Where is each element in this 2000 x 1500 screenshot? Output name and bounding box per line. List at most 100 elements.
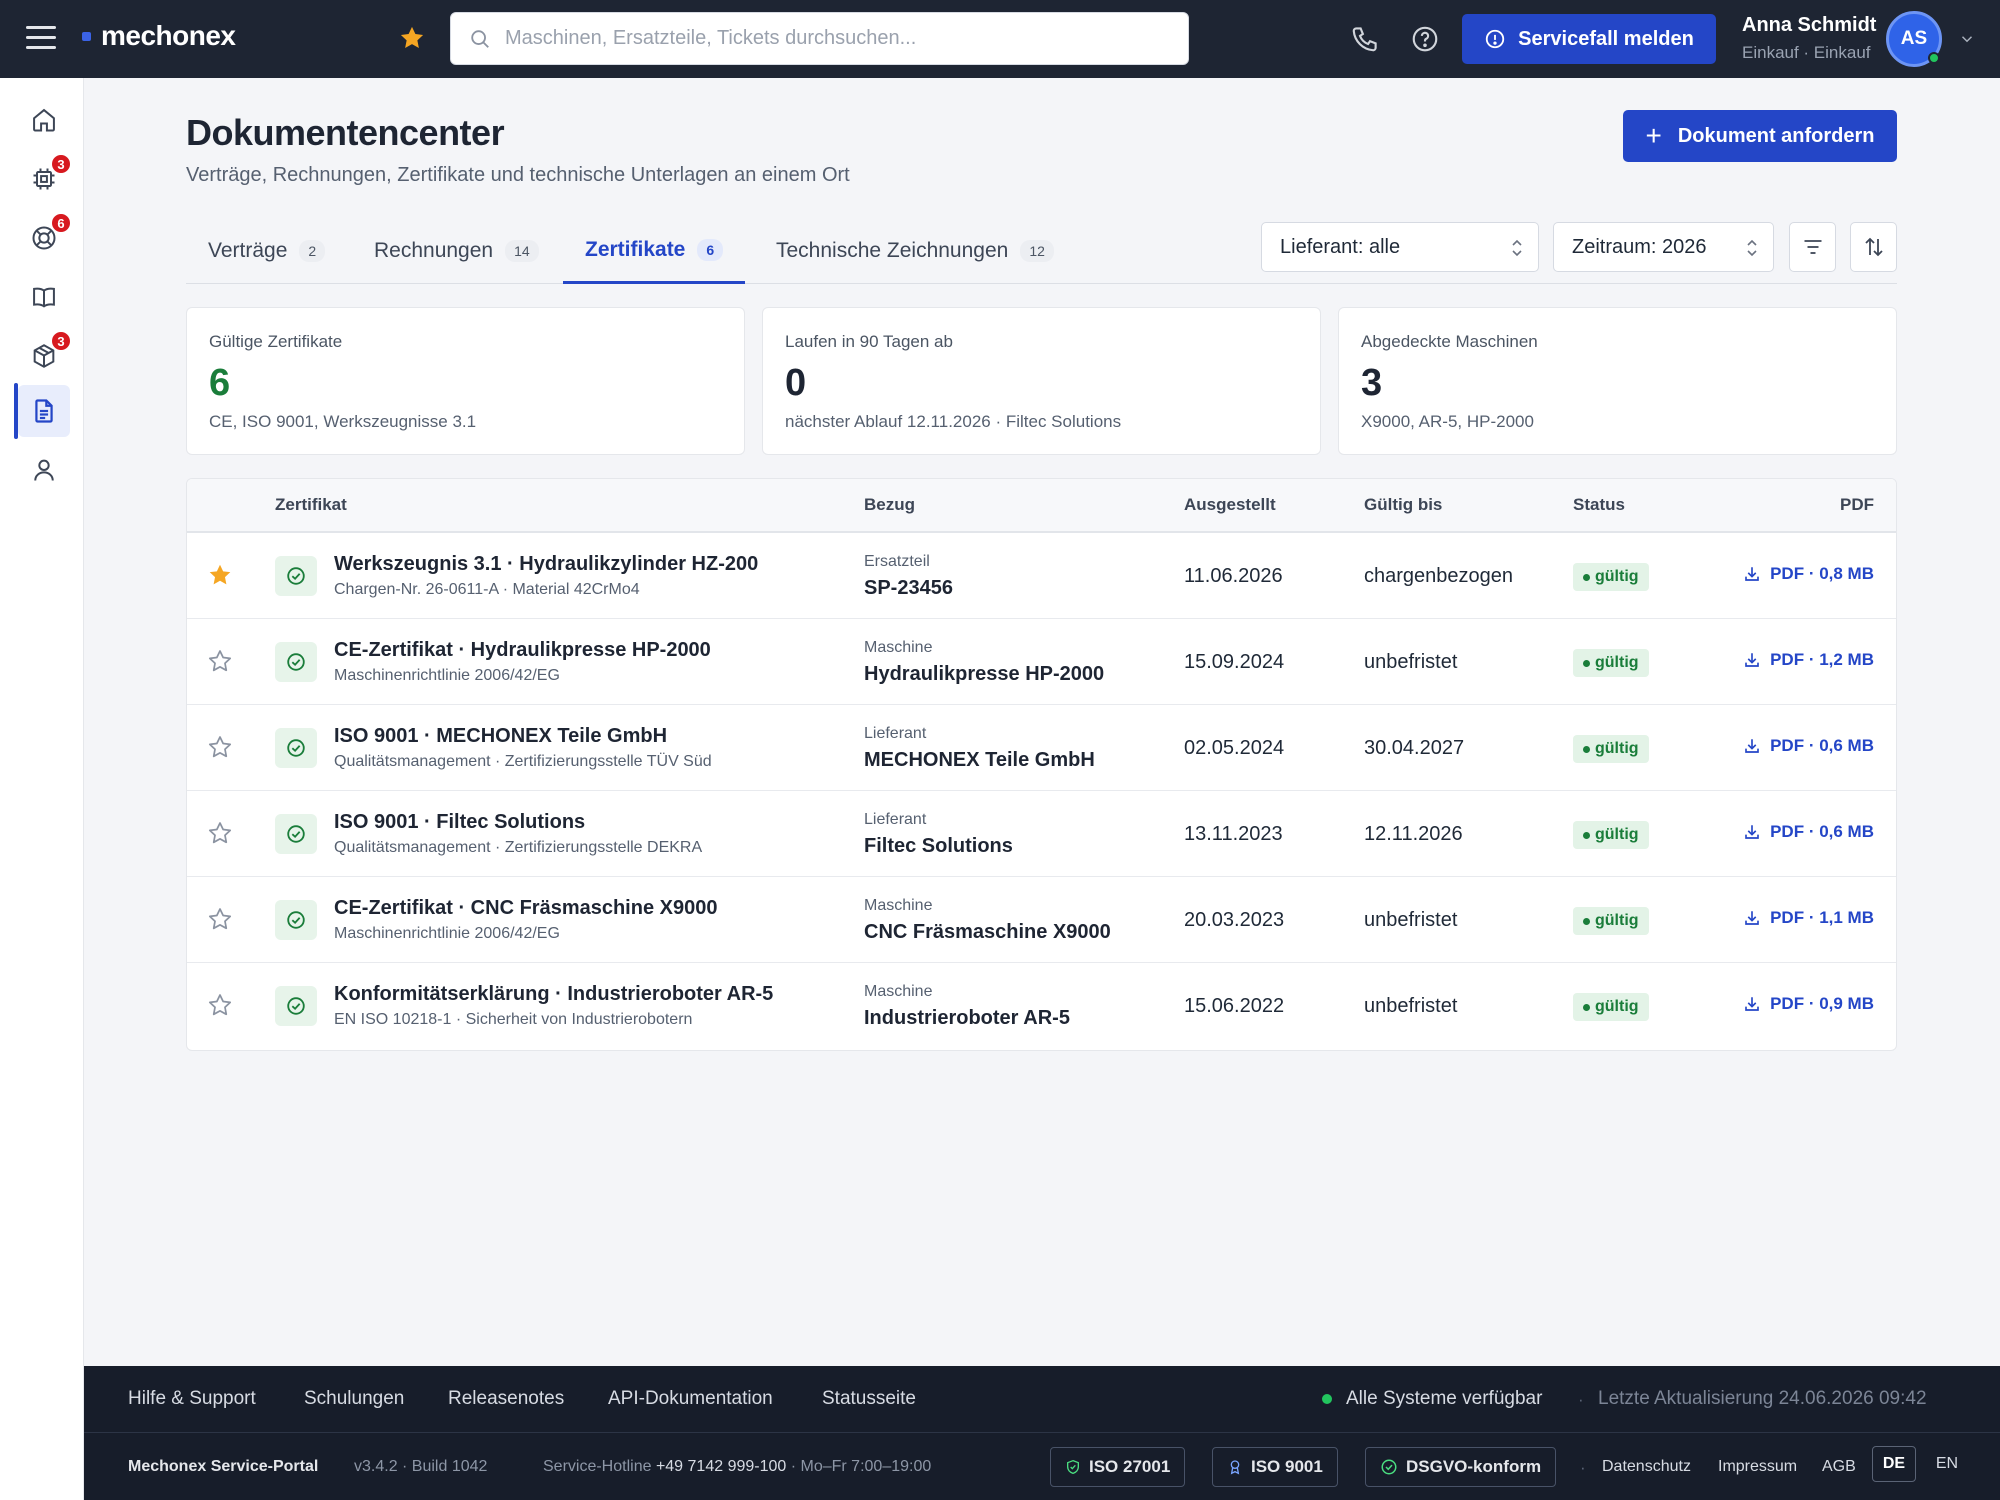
- certificate-details: Qualitätsmanagement · Zertifizierungsste…: [334, 839, 703, 856]
- footer-link-api-docs[interactable]: API-Dokumentation: [608, 1388, 773, 1410]
- footer-link-help[interactable]: Hilfe & Support: [128, 1388, 256, 1410]
- footer-link-imprint[interactable]: Impressum: [1718, 1458, 1797, 1476]
- certificate-name[interactable]: Werkszeugnis 3.1 · Hydraulikzylinder HZ-…: [334, 553, 758, 576]
- table-row[interactable]: Konformitätserklärung · Industrieroboter…: [187, 963, 1896, 1049]
- stat-detail: X9000, AR-5, HP-2000: [1361, 412, 1534, 431]
- stat-card-valid: Gültige Zertifikate 6 CE, ISO 9001, Werk…: [186, 307, 745, 455]
- table-row[interactable]: ISO 9001 · Filtec Solutions Qualitätsmana…: [187, 791, 1896, 877]
- stat-label: Gültige Zertifikate: [209, 332, 343, 351]
- hotline-number[interactable]: +49 7142 999-100: [656, 1458, 786, 1475]
- separator: ·: [1578, 1390, 1584, 1409]
- reference-type: Maschine: [864, 897, 933, 914]
- stat-detail: CE, ISO 9001, Werkszeugnisse 3.1: [209, 412, 477, 431]
- tab-technical-drawings[interactable]: Technische Zeichnungen 12: [754, 218, 1076, 284]
- reference-name[interactable]: CNC Fräsmaschine X9000: [864, 921, 1111, 944]
- reference-name[interactable]: SP-23456: [864, 577, 953, 600]
- column-header-certificate[interactable]: Zertifikat: [275, 495, 347, 515]
- updown-chevron-icon: [1512, 239, 1522, 257]
- user-icon: [34, 459, 54, 481]
- star-outline-icon[interactable]: [207, 906, 233, 932]
- filter-icon: [1804, 240, 1821, 254]
- reference-type: Maschine: [864, 983, 933, 1000]
- status-badge: gültig: [1573, 563, 1649, 591]
- online-status-dot: [1928, 52, 1940, 64]
- certificate-name[interactable]: CE-Zertifikat · CNC Fräsmaschine X9000: [334, 897, 717, 920]
- star-outline-icon[interactable]: [207, 648, 233, 674]
- report-service-case-button[interactable]: Servicefall melden: [1462, 14, 1716, 64]
- sidebar-item-documents[interactable]: [18, 385, 70, 437]
- column-header-issued[interactable]: Ausgestellt: [1184, 495, 1276, 515]
- sidebar-item-machines[interactable]: 3: [18, 153, 72, 205]
- certificate-name[interactable]: Konformitätserklärung · Industrieroboter…: [334, 983, 773, 1006]
- issued-date: 13.11.2023: [1184, 823, 1283, 845]
- pdf-download-link[interactable]: PDF · 0,8 MB: [1743, 564, 1874, 584]
- language-en[interactable]: EN: [1928, 1446, 1966, 1482]
- award-icon: [1230, 1460, 1240, 1475]
- phone-icon[interactable]: [1350, 24, 1380, 54]
- period-filter-select[interactable]: Zeitraum: 2026: [1553, 222, 1774, 272]
- reference-name[interactable]: Hydraulikpresse HP-2000: [864, 663, 1104, 686]
- sort-button[interactable]: [1850, 222, 1897, 272]
- supplier-filter-select[interactable]: Lieferant: alle: [1261, 222, 1539, 272]
- chevron-down-icon[interactable]: [1958, 30, 1976, 48]
- menu-icon[interactable]: [26, 26, 56, 52]
- footer-link-terms[interactable]: AGB: [1822, 1458, 1856, 1476]
- document-icon: [35, 399, 53, 423]
- machines-badge: 3: [50, 153, 72, 175]
- footer-link-privacy[interactable]: Datenschutz: [1602, 1458, 1691, 1476]
- star-filled-icon[interactable]: [207, 562, 233, 588]
- footer-link-status-page[interactable]: Statusseite: [822, 1388, 916, 1410]
- stat-label: Abgedeckte Maschinen: [1361, 332, 1538, 351]
- version-info: v3.4.2 · Build 1042: [354, 1458, 488, 1475]
- table-row[interactable]: CE-Zertifikat · CNC Fräsmaschine X9000 Ma…: [187, 877, 1896, 963]
- favorites-star-icon[interactable]: [398, 24, 426, 52]
- reference-name[interactable]: Industrieroboter AR-5: [864, 1007, 1070, 1030]
- tab-invoices[interactable]: Rechnungen 14: [352, 218, 561, 284]
- certificate-check-icon: [275, 642, 317, 682]
- sidebar-item-account[interactable]: [18, 444, 70, 496]
- pdf-download-link[interactable]: PDF · 1,2 MB: [1743, 650, 1874, 670]
- book-icon: [33, 287, 55, 308]
- footer: Hilfe & Support Schulungen Releasenotes …: [84, 1366, 2000, 1500]
- pdf-download-link[interactable]: PDF · 0,6 MB: [1743, 736, 1874, 756]
- certificate-name[interactable]: CE-Zertifikat · Hydraulikpresse HP-2000: [334, 639, 711, 662]
- star-outline-icon[interactable]: [207, 820, 233, 846]
- sidebar-item-support[interactable]: 6: [18, 212, 72, 264]
- pdf-download-link[interactable]: PDF · 0,6 MB: [1743, 822, 1874, 842]
- valid-until: unbefristet: [1364, 909, 1458, 931]
- sidebar-item-home[interactable]: [18, 94, 70, 146]
- valid-until: unbefristet: [1364, 995, 1458, 1017]
- badge-gdpr: DSGVO-konform: [1365, 1447, 1557, 1487]
- footer-link-release-notes[interactable]: Releasenotes: [448, 1388, 564, 1410]
- search-bar[interactable]: [450, 12, 1189, 65]
- sidebar-item-parts[interactable]: 3: [18, 330, 72, 382]
- user-name[interactable]: Anna Schmidt: [1742, 14, 1876, 37]
- table-row[interactable]: Werkszeugnis 3.1 · Hydraulikzylinder HZ-…: [187, 533, 1896, 619]
- tab-contracts[interactable]: Verträge 2: [186, 218, 347, 284]
- tab-certificates[interactable]: Zertifikate 6: [563, 218, 746, 284]
- sidebar-item-knowledge[interactable]: [18, 271, 70, 323]
- pdf-download-link[interactable]: PDF · 0,9 MB: [1743, 994, 1874, 1014]
- support-badge: 6: [50, 212, 72, 234]
- reference-name[interactable]: Filtec Solutions: [864, 835, 1013, 858]
- certificate-name[interactable]: ISO 9001 · MECHONEX Teile GmbH: [334, 725, 667, 748]
- certificate-details: EN ISO 10218-1 · Sicherheit von Industri…: [334, 1011, 693, 1028]
- table-row[interactable]: ISO 9001 · MECHONEX Teile GmbH Qualitätsm…: [187, 705, 1896, 791]
- footer-link-trainings[interactable]: Schulungen: [304, 1388, 404, 1410]
- reference-name[interactable]: MECHONEX Teile GmbH: [864, 749, 1095, 772]
- filter-button[interactable]: [1789, 222, 1836, 272]
- request-document-button[interactable]: + Dokument anfordern: [1623, 110, 1897, 162]
- help-icon[interactable]: [1410, 24, 1440, 54]
- language-de[interactable]: DE: [1872, 1446, 1916, 1482]
- column-header-valid-until[interactable]: Gültig bis: [1364, 495, 1442, 515]
- column-header-status[interactable]: Status: [1573, 495, 1625, 515]
- logo[interactable]: mechonex: [82, 20, 236, 52]
- search-input[interactable]: [505, 27, 1145, 50]
- column-header-reference[interactable]: Bezug: [864, 495, 915, 515]
- pdf-download-link[interactable]: PDF · 1,1 MB: [1743, 908, 1874, 928]
- star-outline-icon[interactable]: [207, 734, 233, 760]
- star-outline-icon[interactable]: [207, 992, 233, 1018]
- updown-chevron-icon: [1747, 239, 1757, 257]
- certificate-name[interactable]: ISO 9001 · Filtec Solutions: [334, 811, 585, 834]
- table-row[interactable]: CE-Zertifikat · Hydraulikpresse HP-2000 M…: [187, 619, 1896, 705]
